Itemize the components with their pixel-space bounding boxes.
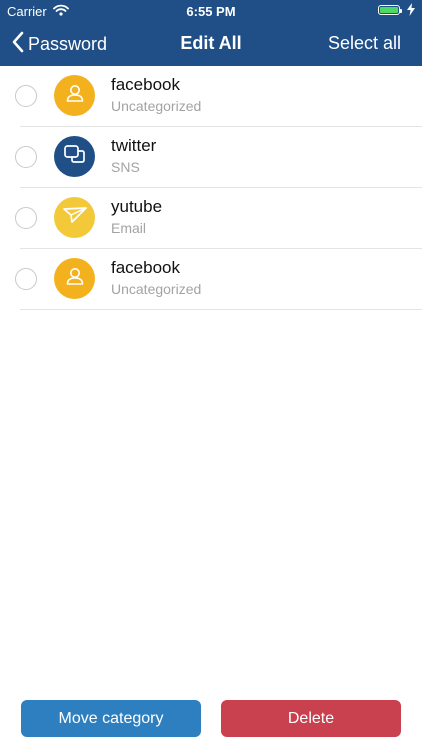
select-radio[interactable] <box>15 85 37 107</box>
person-icon <box>64 82 86 109</box>
delete-button[interactable]: Delete <box>221 700 401 737</box>
category-avatar <box>54 197 95 238</box>
paper-plane-icon <box>62 205 88 230</box>
select-radio[interactable] <box>15 268 37 290</box>
header: Carrier 6:55 PM Password Edit All Select… <box>0 0 422 66</box>
divider <box>20 309 422 310</box>
battery-level <box>380 7 398 13</box>
select-radio[interactable] <box>15 207 37 229</box>
charging-bolt-icon <box>407 3 415 19</box>
battery-nub <box>400 9 402 13</box>
list-item[interactable]: facebook Uncategorized <box>0 249 422 310</box>
list-item[interactable]: facebook Uncategorized <box>0 66 422 127</box>
battery-icon <box>378 5 402 15</box>
category-avatar <box>54 136 95 177</box>
item-title: twitter <box>111 136 157 155</box>
list-item[interactable]: yutube Email <box>0 188 422 249</box>
status-time: 6:55 PM <box>186 4 236 19</box>
chat-bubbles-icon <box>63 143 87 170</box>
status-bar: Carrier 6:55 PM <box>0 0 422 22</box>
item-title: facebook <box>111 258 180 277</box>
select-all-button[interactable]: Select all <box>328 33 401 54</box>
person-icon <box>64 265 86 292</box>
move-category-button[interactable]: Move category <box>21 700 201 737</box>
navigation-bar: Password Edit All Select all <box>0 22 422 66</box>
item-category: SNS <box>111 159 140 175</box>
item-category: Email <box>111 220 147 236</box>
item-title: yutube <box>111 197 163 216</box>
list-item[interactable]: twitter SNS <box>0 127 422 188</box>
select-radio[interactable] <box>15 146 37 168</box>
item-title: facebook <box>111 75 180 94</box>
category-avatar <box>54 75 95 116</box>
item-category: Uncategorized <box>111 281 202 297</box>
category-avatar <box>54 258 95 299</box>
item-category: Uncategorized <box>111 98 202 114</box>
password-list: facebook Uncategorized twitter SNS yutub… <box>0 66 422 310</box>
